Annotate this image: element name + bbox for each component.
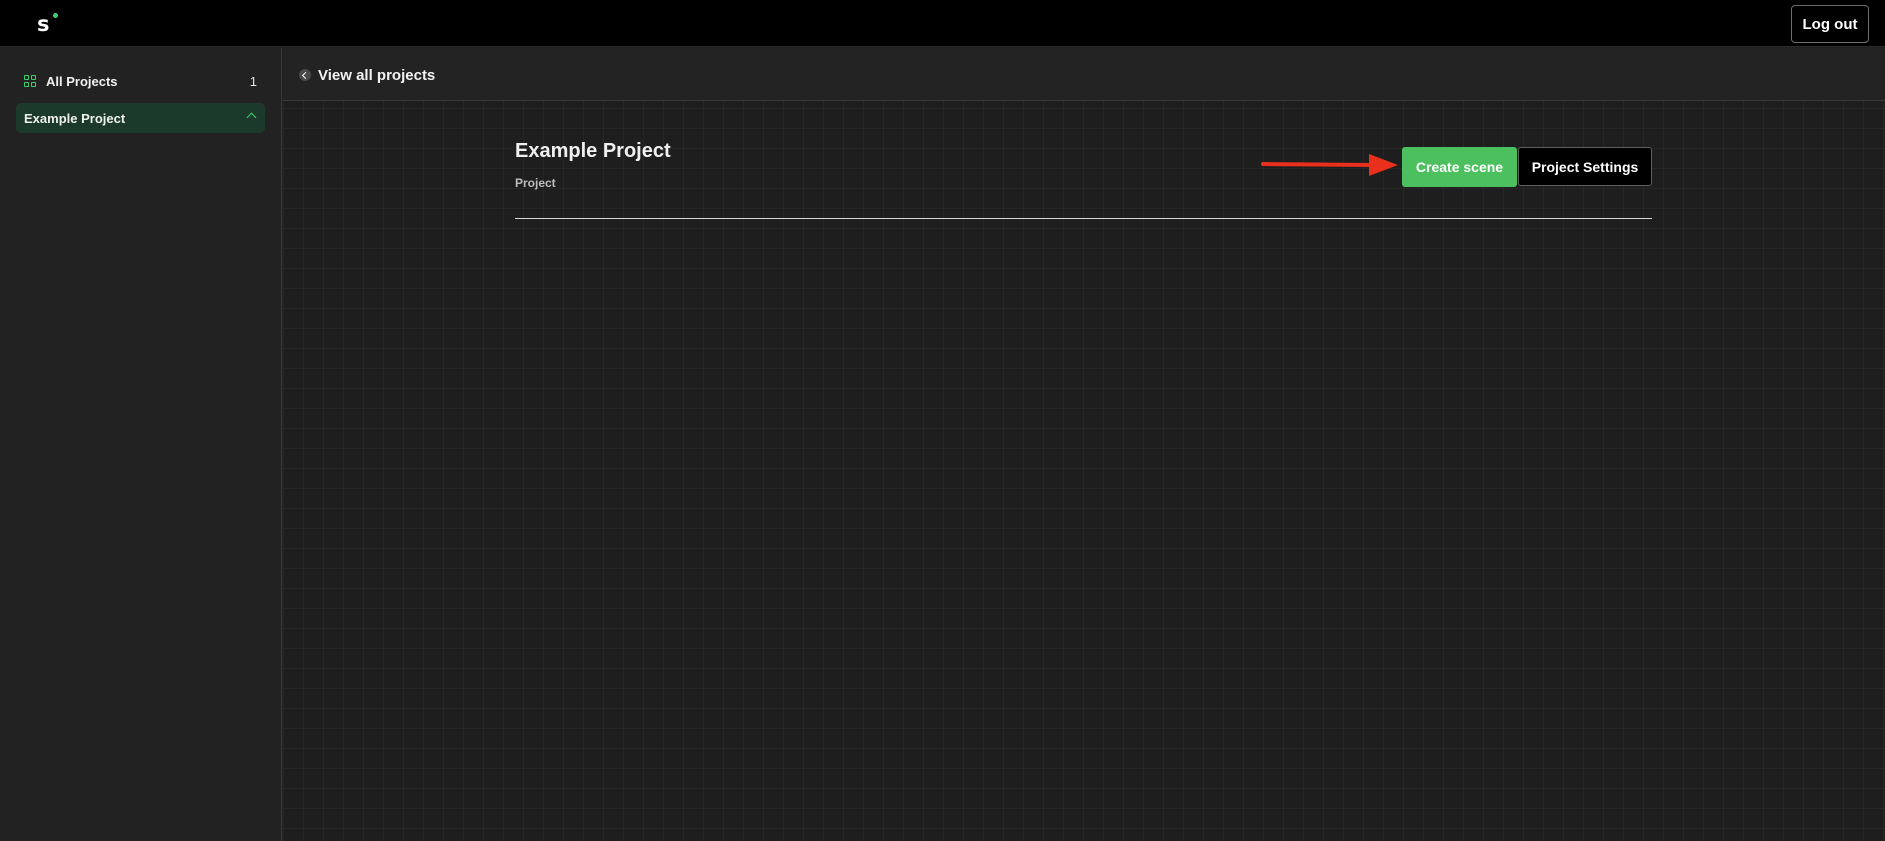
sidebar-item-example-project[interactable]: Example Project xyxy=(16,103,265,133)
view-all-projects-link[interactable]: View all projects xyxy=(299,65,435,85)
back-label: View all projects xyxy=(318,66,436,84)
project-settings-button[interactable]: Project Settings xyxy=(1518,147,1652,186)
app-logo[interactable]: s xyxy=(37,12,50,36)
sidebar-item-all-projects[interactable]: All Projects 1 xyxy=(16,66,265,96)
page-title: Example Project xyxy=(515,140,671,162)
sidebar-item-label: Example Project xyxy=(24,110,126,126)
main-content: View all projects Example Project Projec… xyxy=(283,48,1885,841)
create-scene-button[interactable]: Create scene xyxy=(1402,147,1517,187)
project-count: 1 xyxy=(249,73,257,89)
logout-button[interactable]: Log out xyxy=(1791,5,1869,43)
sidebar: All Projects 1 Example Project xyxy=(0,48,282,841)
grid-icon xyxy=(24,75,36,87)
page-subtitle: Project xyxy=(515,176,556,190)
chevron-up-icon[interactable] xyxy=(246,112,257,123)
arrow-right-icon xyxy=(1261,154,1398,176)
top-bar: s Log out xyxy=(0,0,1885,47)
logo-dot xyxy=(53,13,58,18)
chevron-left-circle-icon xyxy=(299,69,311,81)
breadcrumb: View all projects xyxy=(283,48,1885,101)
sidebar-item-label: All Projects xyxy=(46,73,118,89)
divider xyxy=(515,218,1652,219)
